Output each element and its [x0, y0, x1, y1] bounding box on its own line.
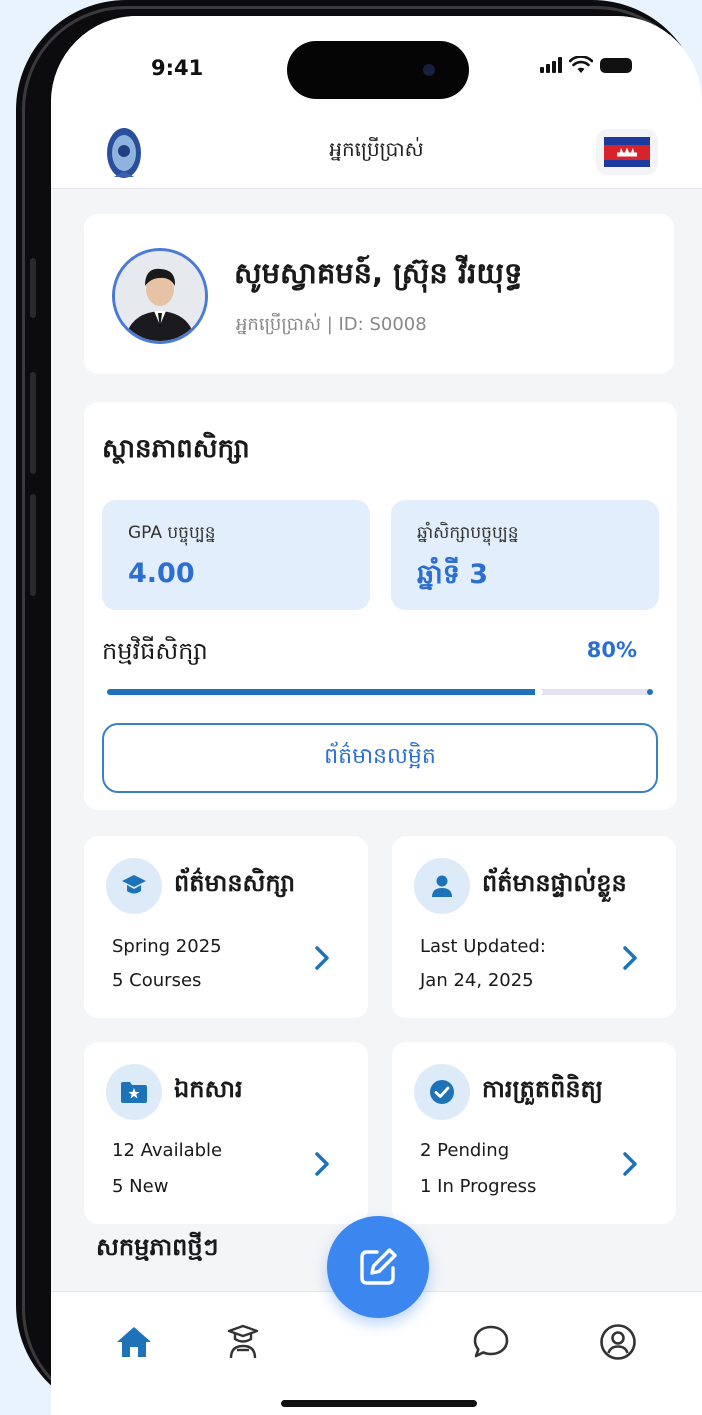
- chevron-right-icon: [315, 1152, 329, 1176]
- edit-icon: [360, 1248, 397, 1285]
- menu-line: 5 New: [112, 1176, 169, 1197]
- menu-line: Spring 2025: [112, 936, 222, 957]
- graduation-cap-icon: [106, 858, 162, 914]
- person-icon: [414, 858, 470, 914]
- screen: 9:41 អ្នកប្រើប្រាស់ សូមស្វាគមន៍, ស្រ៊ុន …: [51, 16, 702, 1415]
- check-circle-icon: [414, 1064, 470, 1120]
- dynamic-island: [287, 41, 469, 99]
- wifi-icon: [569, 56, 593, 73]
- greeting-text: សូមស្វាគមន៍, ស្រ៊ុន វីរយុទ្ធ: [234, 256, 523, 290]
- review-card[interactable]: ការត្រួតពិនិត្យ 2 Pending 1 In Progress: [392, 1042, 676, 1224]
- edit-fab-button[interactable]: [327, 1216, 429, 1318]
- volume-up-button: [30, 372, 36, 474]
- year-box: ឆ្នាំសិក្សាបច្ចុប្បន្ន ឆ្នាំទី 3: [391, 500, 659, 610]
- chat-icon: [473, 1325, 509, 1358]
- menu-line: 5 Courses: [112, 970, 202, 991]
- profile-card[interactable]: សូមស្វាគមន៍, ស្រ៊ុន វីរយុទ្ធ អ្នកប្រើប្រ…: [84, 214, 674, 374]
- mute-switch: [30, 258, 36, 318]
- battery-icon: [600, 57, 632, 73]
- year-label: ឆ្នាំសិក្សាបច្ចុប្បន្ន: [417, 523, 519, 543]
- avatar: [112, 248, 208, 344]
- documents-card[interactable]: ឯកសារ 12 Available 5 New: [84, 1042, 368, 1224]
- nav-profile[interactable]: [596, 1320, 640, 1364]
- academic-info-card[interactable]: ព័ត៌មានសិក្សា Spring 2025 5 Courses: [84, 836, 368, 1018]
- phone-frame: 9:41 អ្នកប្រើប្រាស់ សូមស្វាគមន៍, ស្រ៊ុន …: [16, 0, 702, 1415]
- profile-icon: [600, 1324, 636, 1360]
- menu-title: ព័ត៌មានសិក្សា: [174, 869, 296, 897]
- chevron-right-icon: [623, 1152, 637, 1176]
- chevron-right-icon: [623, 946, 637, 970]
- language-button[interactable]: [596, 129, 658, 175]
- status-icons: [540, 56, 632, 74]
- gpa-label: GPA បច្ចុប្បន្ន: [128, 523, 216, 543]
- menu-title: ឯកសារ: [174, 1075, 243, 1103]
- gpa-box: GPA បច្ចុប្បន្ន 4.00: [102, 500, 370, 610]
- nav-chat[interactable]: [469, 1320, 513, 1364]
- chevron-right-icon: [315, 946, 329, 970]
- nav-student[interactable]: [221, 1320, 265, 1364]
- folder-star-icon: [106, 1064, 162, 1120]
- year-value: ឆ្នាំទី 3: [417, 559, 489, 590]
- recent-activity-title: សកម្មភាពថ្មីៗ: [96, 1233, 219, 1261]
- academic-status-card: ស្ថានភាពសិក្សា GPA បច្ចុប្បន្ន 4.00 ឆ្នា…: [84, 402, 677, 810]
- menu-line: Jan 24, 2025: [420, 970, 534, 991]
- home-indicator: [281, 1400, 477, 1407]
- details-button[interactable]: ព័ត៌មានលម្អិត: [102, 723, 658, 793]
- menu-title: ព័ត៌មានផ្ទាល់ខ្លួន: [482, 869, 627, 897]
- menu-title: ការត្រួតពិនិត្យ: [482, 1075, 603, 1103]
- home-icon: [117, 1327, 151, 1357]
- student-icon: [227, 1324, 259, 1359]
- menu-line: 1 In Progress: [420, 1176, 537, 1197]
- program-progress-fill: [107, 689, 543, 695]
- volume-down-button: [30, 494, 36, 596]
- app-header: អ្នកប្រើប្រាស់: [51, 111, 702, 189]
- menu-line: Last Updated:: [420, 936, 546, 957]
- status-time: 9:41: [151, 56, 204, 80]
- gpa-value: 4.00: [128, 558, 195, 589]
- program-progress-percent: 80%: [586, 638, 637, 662]
- menu-line: 2 Pending: [420, 1140, 510, 1161]
- nav-home[interactable]: [112, 1320, 156, 1364]
- personal-info-card[interactable]: ព័ត៌មានផ្ទាល់ខ្លួន Last Updated: Jan 24,…: [392, 836, 676, 1018]
- program-progress-label: កម្មវិធីសិក្សា: [102, 637, 208, 665]
- signal-icon: [540, 57, 562, 73]
- cambodia-flag-icon: [604, 137, 650, 167]
- menu-line: 12 Available: [112, 1140, 223, 1161]
- academic-status-title: ស្ថានភាពសិក្សា: [102, 434, 250, 464]
- program-progress-bar: [107, 689, 653, 695]
- progress-end-dot: [647, 689, 653, 695]
- user-id-text: អ្នកប្រើប្រាស់ | ID: S0008: [236, 314, 427, 335]
- status-bar: 9:41: [51, 16, 702, 111]
